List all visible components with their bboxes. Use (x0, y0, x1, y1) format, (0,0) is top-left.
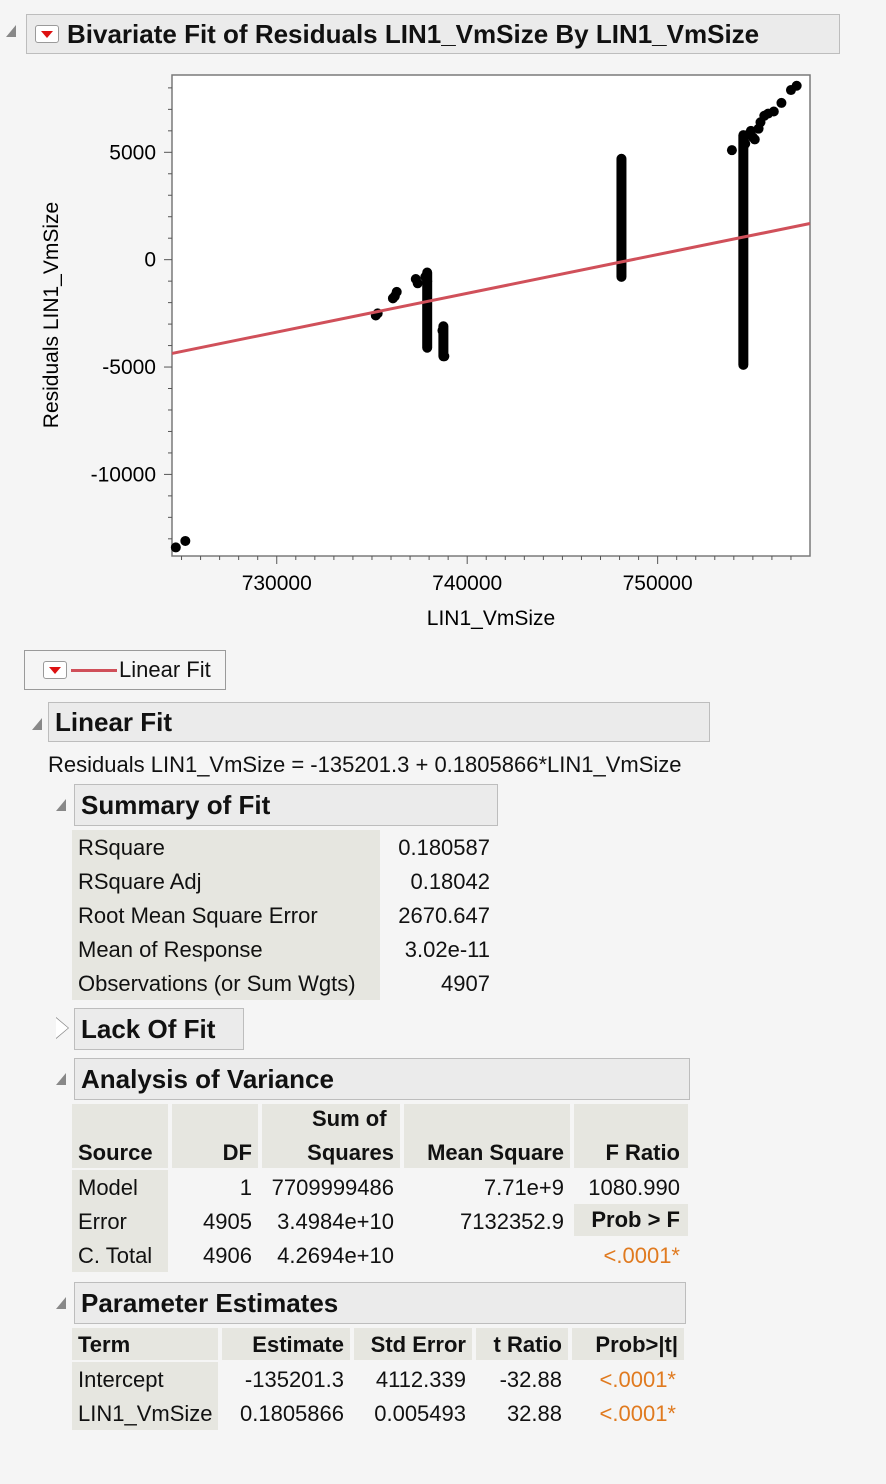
anova-col-ss-top: Sum of (312, 1106, 387, 1131)
summary-row-value: 2670.647 (398, 903, 490, 928)
anova-row-ss: 4.2694e+10 (277, 1243, 394, 1268)
data-point (791, 80, 802, 91)
anova-col-source: Source (78, 1140, 153, 1165)
anova-title: Analysis of Variance (81, 1063, 334, 1094)
legend-box: Linear Fit (24, 650, 226, 690)
lack-of-fit-header[interactable]: Lack Of Fit (74, 1008, 244, 1050)
data-point (439, 351, 450, 362)
anova-col-df: DF (222, 1140, 252, 1165)
legend-label: Linear Fit (119, 657, 211, 682)
anova-row-source: Error (78, 1209, 127, 1234)
summary-row-label: Mean of Response (78, 937, 263, 962)
report-title: Bivariate Fit of Residuals LIN1_VmSize B… (67, 18, 760, 49)
summary-row-value: 4907 (441, 971, 490, 996)
data-point (422, 276, 433, 287)
data-point (437, 325, 448, 336)
param-row-p: <.0001* (599, 1367, 676, 1392)
param-col-p: Prob>|t| (595, 1332, 678, 1357)
lack-of-fit-title: Lack Of Fit (81, 1013, 216, 1044)
y-tick-label: -5000 (102, 356, 156, 379)
x-tick-label: 740000 (432, 572, 502, 595)
anova-row-ms: 7.71e+9 (483, 1175, 564, 1200)
param-estimates-title: Parameter Estimates (81, 1287, 339, 1318)
y-tick-label: -10000 (91, 463, 156, 486)
param-col-se: Std Error (370, 1332, 466, 1357)
summary-row-label: Root Mean Square Error (78, 903, 318, 928)
collapse-triangle-icon[interactable] (56, 1297, 66, 1309)
anova-row-df: 4905 (203, 1209, 252, 1234)
anova-row-source: C. Total (78, 1243, 153, 1268)
red-menu-icon[interactable] (43, 661, 67, 679)
summary-row-value: 3.02e-11 (404, 937, 490, 962)
param-row-term: Intercept (78, 1367, 164, 1392)
param-row-se: 4112.339 (375, 1367, 466, 1392)
summary-row-label: RSquare (78, 835, 165, 860)
report-header: Bivariate Fit of Residuals LIN1_VmSize B… (26, 14, 840, 54)
data-point (170, 542, 181, 553)
plot-frame (171, 74, 811, 557)
param-row-t: 32.88 (506, 1401, 562, 1426)
data-point (387, 293, 398, 304)
data-point (180, 535, 191, 546)
param-row-se: 0.005493 (374, 1401, 466, 1426)
param-col-term: Term (78, 1332, 131, 1357)
param-row-p: <.0001* (599, 1401, 676, 1426)
collapse-triangle-icon[interactable] (6, 25, 16, 37)
summary-row-value: 0.18042 (410, 869, 490, 894)
collapse-triangle-icon[interactable] (32, 718, 42, 730)
fit-equation: Residuals LIN1_VmSize = -135201.3 + 0.18… (48, 752, 682, 777)
summary-row-value: 0.180587 (398, 835, 490, 860)
param-col-estimate: Estimate (252, 1332, 344, 1357)
anova-header[interactable]: Analysis of Variance (74, 1058, 690, 1100)
data-point (726, 145, 737, 156)
anova-col-f: F Ratio (605, 1140, 680, 1165)
param-estimates-header[interactable]: Parameter Estimates (74, 1282, 686, 1324)
anova-row-source: Model (78, 1175, 138, 1200)
prob-f-value: <.0001* (603, 1243, 680, 1268)
data-point (740, 138, 751, 149)
data-point (776, 97, 787, 108)
summary-of-fit-title: Summary of Fit (81, 789, 271, 820)
anova-row-df: 1 (239, 1175, 252, 1200)
data-point (749, 134, 760, 145)
scatter-plot: 730000 740000 750000 5000 0 -5000 -10000 LIN1_… (40, 74, 811, 630)
expand-triangle-icon[interactable] (56, 1018, 68, 1038)
y-axis-label: Residuals LIN1_VmSize (40, 202, 63, 428)
param-row-estimate: 0.1805866 (240, 1401, 344, 1426)
anova-row-ss: 7709999486 (271, 1175, 394, 1200)
param-row-t: -32.88 (499, 1367, 562, 1392)
anova-col-ms: Mean Square (427, 1140, 564, 1165)
x-tick-label: 730000 (242, 572, 312, 595)
collapse-triangle-icon[interactable] (56, 799, 66, 811)
summary-row-label: RSquare Adj (78, 869, 202, 894)
summary-row-label: Observations (or Sum Wgts) (78, 971, 356, 996)
x-axis-label: LIN1_VmSize (427, 607, 555, 630)
summary-of-fit-header[interactable]: Summary of Fit (74, 784, 498, 826)
anova-row-ms: 7132352.9 (460, 1209, 564, 1234)
param-row-term: LIN1_VmSize (78, 1401, 213, 1426)
y-tick-label: 0 (144, 249, 156, 272)
collapse-triangle-icon[interactable] (56, 1073, 66, 1085)
legend-line-swatch (71, 668, 117, 672)
prob-f-label: Prob > F (591, 1207, 680, 1232)
param-col-t: t Ratio (493, 1332, 562, 1357)
linear-fit-title: Linear Fit (55, 706, 173, 737)
anova-row-f: 1080.990 (588, 1175, 680, 1200)
anova-row-ss: 3.4984e+10 (277, 1209, 394, 1234)
data-point (768, 106, 779, 117)
data-point (412, 278, 423, 289)
anova-col-ss: Squares (307, 1140, 394, 1165)
linear-fit-header[interactable]: Linear Fit (48, 702, 710, 742)
y-tick-label: 5000 (109, 141, 156, 164)
red-menu-icon[interactable] (35, 25, 59, 43)
param-row-estimate: -135201.3 (244, 1367, 344, 1392)
anova-row-df: 4906 (203, 1243, 252, 1268)
x-tick-label: 750000 (623, 572, 693, 595)
